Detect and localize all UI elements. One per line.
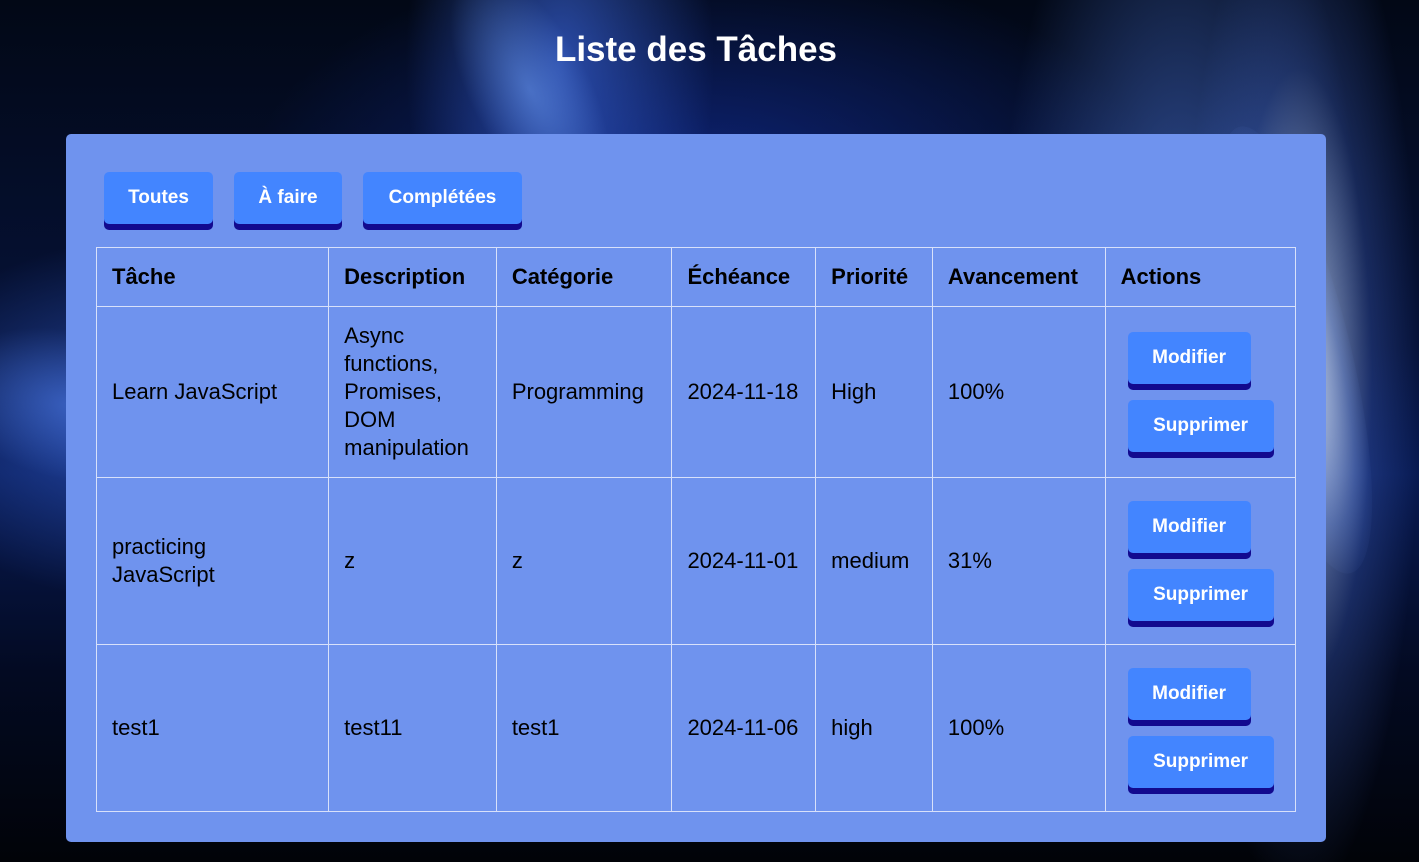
delete-task-button[interactable]: Supprimer [1127,569,1274,621]
cell-priority: High [815,306,933,478]
cell-priority: high [815,644,933,812]
cell-description: Async functions, Promises, DOM manipulat… [328,306,497,478]
cell-due-date: 2024-11-06 [671,644,817,812]
delete-task-button[interactable]: Supprimer [1127,736,1274,788]
header-task: Tâche [95,247,330,307]
header-due-date: Échéance [671,247,817,307]
edit-task-button[interactable]: Modifier [1127,501,1251,553]
filter-completed-button[interactable]: Complétées [363,172,522,224]
edit-task-button[interactable]: Modifier [1127,668,1251,720]
table-row: practicing JavaScript z z 2024-11-01 med… [95,477,1297,645]
table-row: test1 test11 test1 2024-11-06 high 100% … [95,644,1297,812]
cell-due-date: 2024-11-01 [671,477,817,645]
header-description: Description [328,247,497,307]
cell-progress: 31% [931,477,1106,645]
page-title: Liste des Tâches [554,30,838,69]
header-category: Catégorie [495,247,673,307]
table-row: Learn JavaScript Async functions, Promis… [95,306,1297,478]
cell-priority: medium [815,477,933,645]
filter-all-button[interactable]: Toutes [104,172,213,224]
header-progress: Avancement [931,247,1106,307]
edit-task-button[interactable]: Modifier [1127,332,1251,384]
cell-description: test11 [328,644,497,812]
cell-task: Learn JavaScript [95,306,330,478]
cell-description: z [328,477,497,645]
table-header-row: Tâche Description Catégorie Échéance Pri… [95,247,1297,307]
cell-actions: Modifier Supprimer [1104,644,1297,812]
cell-category: z [495,477,673,645]
cell-progress: 100% [931,306,1106,478]
cell-progress: 100% [931,644,1106,812]
header-actions: Actions [1104,247,1297,307]
filter-todo-button[interactable]: À faire [234,172,342,224]
cell-category: test1 [495,644,673,812]
delete-task-button[interactable]: Supprimer [1127,400,1274,452]
task-table: Tâche Description Catégorie Échéance Pri… [95,247,1297,812]
cell-task: practicing JavaScript [95,477,330,645]
cell-task: test1 [95,644,330,812]
cell-category: Programming [495,306,673,478]
task-panel: Toutes À faire Complétées Tâche Descript… [66,134,1326,842]
header-priority: Priorité [815,247,933,307]
cell-actions: Modifier Supprimer [1104,306,1297,478]
cell-due-date: 2024-11-18 [671,306,817,478]
cell-actions: Modifier Supprimer [1104,477,1297,645]
